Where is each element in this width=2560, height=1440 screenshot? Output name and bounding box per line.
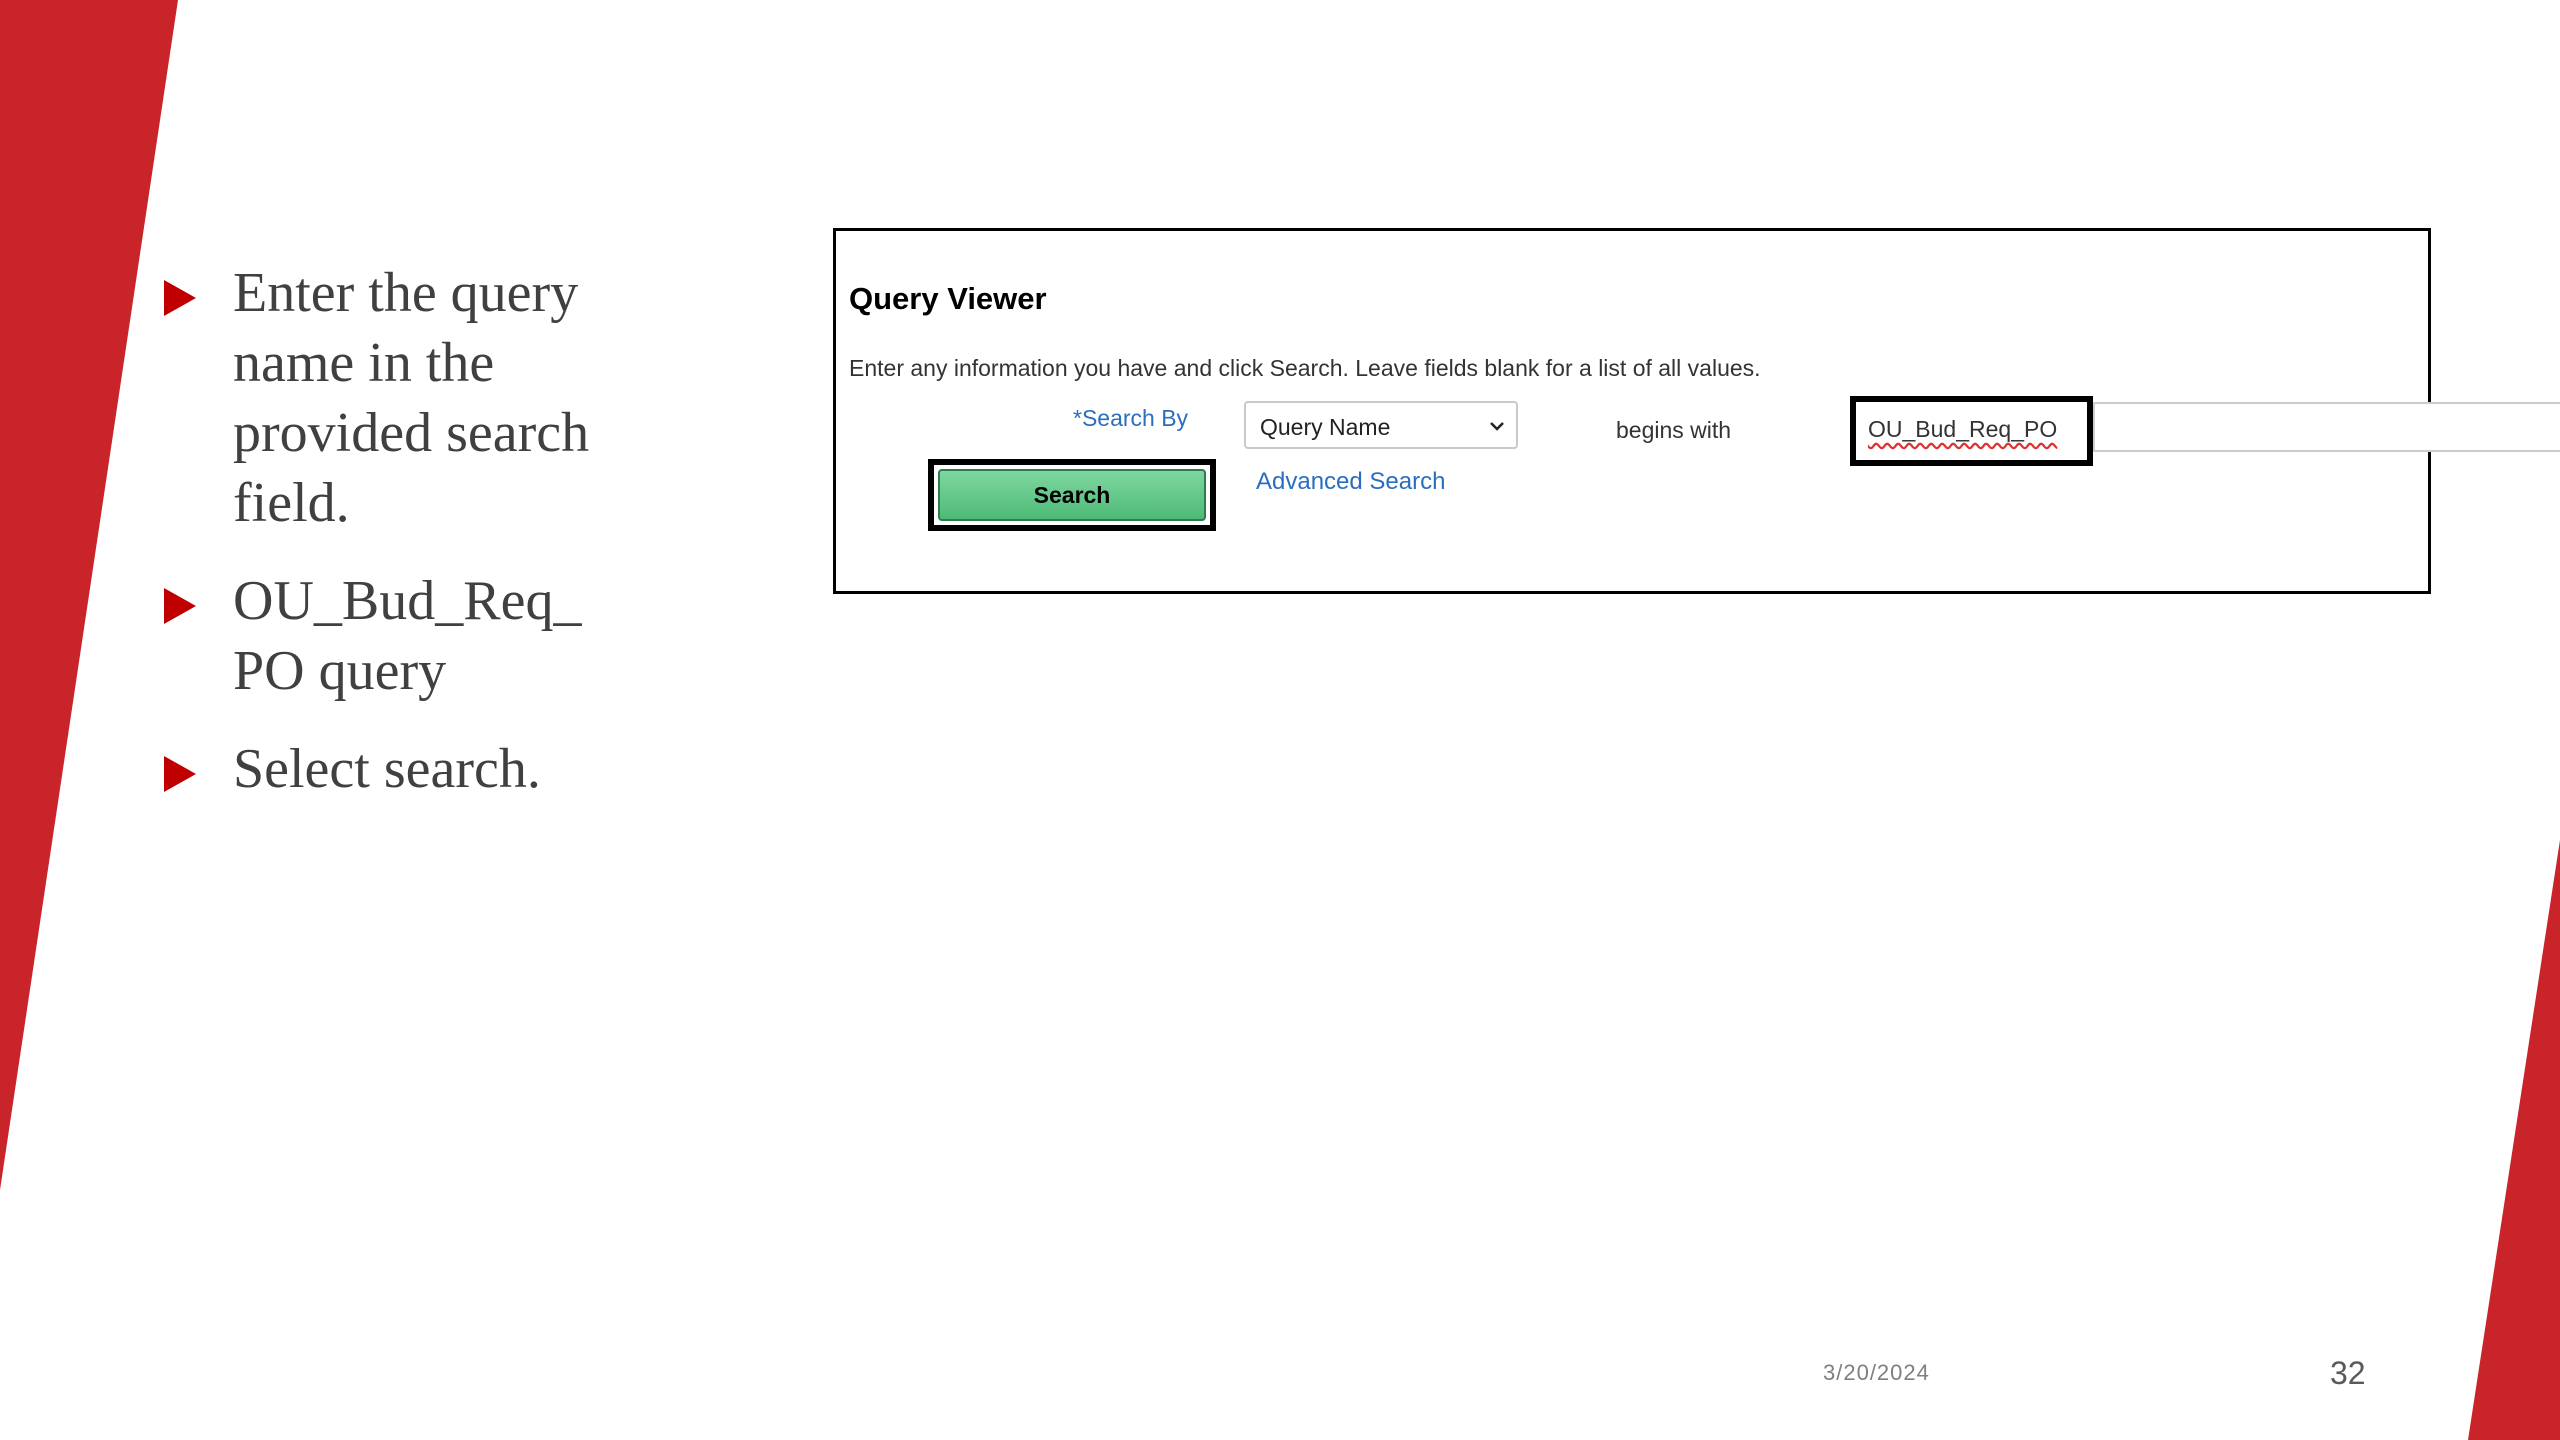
bullet-text: Select search. xyxy=(233,738,541,800)
query-input-value: OU_Bud_Req_PO xyxy=(1868,416,2058,442)
bullet-item: Enter the query name in the provided sea… xyxy=(160,258,630,538)
query-viewer-screenshot: Query Viewer Enter any information you h… xyxy=(833,228,2560,594)
operator-label: begins with xyxy=(1616,417,1732,443)
query-name-input[interactable] xyxy=(2093,402,2560,452)
footer-date: 3/20/2024 xyxy=(1823,1360,1930,1385)
bullet-item: Select search. xyxy=(160,734,630,804)
slide-number: 32 xyxy=(2330,1355,2366,1391)
chevron-down-icon xyxy=(1490,422,1504,431)
left-red-band xyxy=(0,0,178,1190)
bullet-arrow-icon xyxy=(164,280,196,316)
query-viewer-title: Query Viewer xyxy=(849,281,1047,316)
right-red-band xyxy=(2468,840,2560,1440)
search-by-select[interactable]: Query Name xyxy=(1244,401,1518,449)
bullet-item: OU_Bud_Req_ PO query xyxy=(160,566,630,706)
search-by-label: *Search By xyxy=(1073,405,1189,431)
instructions-text: Enter any information you have and click… xyxy=(849,355,1761,381)
search-button[interactable]: Search xyxy=(938,469,1206,521)
bullet-text: OU_Bud_Req_ PO query xyxy=(233,570,582,702)
bullet-list: Enter the query name in the provided sea… xyxy=(160,258,630,832)
bullet-text: Enter the query name in the provided sea… xyxy=(233,262,590,534)
query-input-highlight[interactable]: OU_Bud_Req_PO xyxy=(1850,396,2093,466)
advanced-search-link[interactable]: Advanced Search xyxy=(1256,468,1445,496)
search-by-value: Query Name xyxy=(1260,414,1391,440)
bullet-arrow-icon xyxy=(164,756,196,792)
search-button-highlight: Search xyxy=(928,459,1216,531)
bullet-arrow-icon xyxy=(164,588,196,624)
